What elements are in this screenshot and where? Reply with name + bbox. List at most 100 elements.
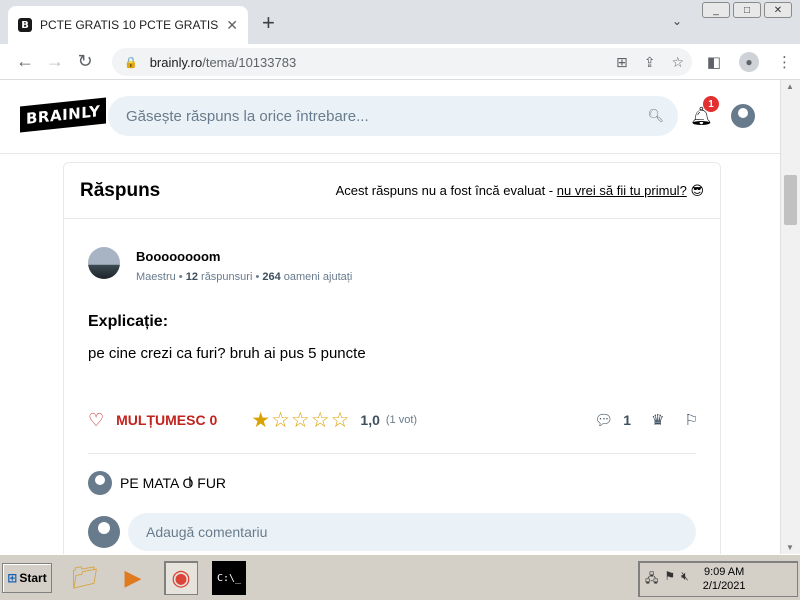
author-meta: Maestru • 12 răspunsuri • 264 oameni aju… bbox=[136, 271, 353, 283]
media-player-icon[interactable]: ▶ bbox=[116, 561, 150, 595]
network-icon[interactable]: 🖧︎ bbox=[645, 569, 658, 590]
profile-avatar-icon[interactable]: ● bbox=[739, 52, 759, 72]
comment-item: PE MATA O FUR I bbox=[88, 471, 226, 495]
flag-icon[interactable]: ⚐ bbox=[685, 411, 698, 429]
bookmark-star-icon[interactable]: ☆ bbox=[671, 54, 684, 71]
menu-kebab-icon[interactable]: ⋮ bbox=[777, 53, 792, 71]
page-scrollbar[interactable]: ▲ ▼ bbox=[780, 80, 800, 554]
page-content: BRAINLY Găsește răspuns la orice întreba… bbox=[0, 80, 780, 554]
start-label: Start bbox=[19, 571, 47, 585]
side-panel-icon[interactable]: ◧ bbox=[707, 53, 721, 71]
answer-text: pe cine crezi ca furi? bruh ai pus 5 pun… bbox=[88, 345, 366, 362]
heart-icon: ♡ bbox=[88, 409, 105, 430]
quick-launch: 📁︎ ▶ ◉ C:\_ bbox=[68, 561, 246, 595]
divider bbox=[88, 453, 696, 454]
comment-bubble-icon[interactable]: 💬︎ bbox=[594, 411, 613, 429]
search-placeholder: Găsește răspuns la orice întrebare... bbox=[126, 107, 369, 125]
taskbar: ⊞ Start 📁︎ ▶ ◉ C:\_ 🖧︎ ⚑ 🔇︎ 9:09 AM 2/1/… bbox=[0, 554, 800, 600]
add-comment-input[interactable]: Adaugă comentariu bbox=[128, 513, 696, 551]
comment-count: 1 bbox=[623, 412, 632, 428]
brainly-favicon-icon: B bbox=[18, 18, 32, 32]
rating-note-text: Acest răspuns nu a fost încă evaluat - bbox=[335, 182, 557, 198]
system-tray: 🖧︎ ⚑ 🔇︎ 9:09 AM 2/1/2021 bbox=[638, 561, 798, 597]
search-input[interactable]: Găsește răspuns la orice întrebare... 🔍︎ bbox=[108, 96, 678, 136]
tab-search-chevron-icon[interactable]: ⌄ bbox=[672, 14, 682, 28]
crown-icon[interactable]: ♛ bbox=[651, 411, 664, 429]
comment-avatar[interactable] bbox=[88, 471, 112, 495]
thanks-label: MULȚUMESC 0 bbox=[116, 412, 218, 428]
minimize-button[interactable]: _ bbox=[702, 2, 730, 18]
tab-strip: B PCTE GRATIS 10 PCTE GRATIS - B ✕ + ⌄ _… bbox=[0, 0, 800, 44]
forward-arrow-icon[interactable]: → bbox=[40, 51, 70, 72]
address-bar[interactable]: 🔒 brainly.ro/tema/10133783 ⊞ ⇪ ☆ bbox=[112, 48, 692, 76]
new-tab-button[interactable]: + bbox=[262, 12, 275, 34]
windows-logo-icon: ⊞ bbox=[7, 571, 18, 585]
tray-icons: 🖧︎ ⚑ 🔇︎ bbox=[645, 569, 689, 590]
star-filled-icon[interactable]: ★ bbox=[251, 408, 271, 433]
author-helped-count: 264 bbox=[262, 271, 281, 283]
browser-toolbar: ← → ↻ 🔒 brainly.ro/tema/10133783 ⊞ ⇪ ☆ ◧… bbox=[0, 44, 800, 80]
scroll-up-arrow-icon[interactable]: ▲ bbox=[786, 82, 794, 91]
star-empty-icon[interactable]: ☆ bbox=[331, 408, 351, 433]
search-icon[interactable]: 🔍︎ bbox=[647, 108, 664, 124]
site-header: BRAINLY Găsește răspuns la orice întreba… bbox=[0, 80, 780, 154]
add-comment-placeholder: Adaugă comentariu bbox=[146, 524, 268, 540]
rating-stars: ★ ☆ ☆ ☆ ☆ bbox=[251, 408, 350, 433]
back-arrow-icon[interactable]: ← bbox=[10, 51, 40, 72]
text-cursor-icon: I bbox=[188, 473, 192, 489]
explanation-label: Explicație: bbox=[88, 313, 169, 330]
add-comment-row: Adaugă comentariu bbox=[88, 513, 696, 551]
star-empty-icon[interactable]: ☆ bbox=[271, 408, 291, 433]
reload-icon[interactable]: ↻ bbox=[70, 51, 100, 72]
comment-text: PE MATA O FUR bbox=[120, 475, 227, 491]
scroll-down-arrow-icon[interactable]: ▼ bbox=[786, 543, 794, 552]
answer-side-actions: 💬︎ 1 ♛ ⚐ bbox=[594, 405, 698, 435]
current-user-avatar bbox=[88, 516, 120, 548]
lock-icon: 🔒 bbox=[124, 56, 138, 69]
rating-value: 1,0 bbox=[360, 412, 380, 428]
user-avatar[interactable] bbox=[731, 104, 755, 128]
author-helped-label: oameni ajutați bbox=[283, 271, 353, 283]
answer-card: Răspuns Acest răspuns nu a fost încă eva… bbox=[63, 162, 721, 554]
tab-title: PCTE GRATIS 10 PCTE GRATIS - B bbox=[40, 18, 221, 32]
scrollbar-thumb[interactable] bbox=[784, 175, 797, 225]
answer-author: Boooooooom Maestru • 12 răspunsuri • 264… bbox=[88, 247, 352, 283]
clock-date: 2/1/2021 bbox=[702, 580, 746, 592]
author-avatar[interactable] bbox=[88, 247, 120, 279]
omnibox-icons: ⊞ ⇪ ☆ bbox=[616, 48, 684, 76]
answer-title: Răspuns bbox=[80, 179, 161, 201]
tab-close-icon[interactable]: ✕ bbox=[226, 17, 238, 34]
maximize-button[interactable]: □ bbox=[733, 2, 761, 18]
translate-icon[interactable]: ⊞ bbox=[616, 54, 628, 71]
rating-note: Acest răspuns nu a fost încă evaluat - n… bbox=[336, 183, 704, 199]
rate-first-link[interactable]: nu vrei să fii tu primul? bbox=[557, 183, 687, 198]
author-answers-count: 12 bbox=[185, 271, 198, 283]
chrome-taskbar-icon[interactable]: ◉ bbox=[164, 561, 198, 595]
volume-muted-icon[interactable]: 🔇︎ bbox=[681, 569, 689, 590]
clock-time: 9:09 AM bbox=[703, 566, 745, 578]
author-answers-label: răspunsuri bbox=[201, 271, 253, 283]
answer-card-header: Răspuns Acest răspuns nu a fost încă eva… bbox=[64, 163, 720, 219]
answer-actions: ♡ MULȚUMESC 0 ★ ☆ ☆ ☆ ☆ 1,0 (1 vot) 💬︎ 1… bbox=[88, 405, 698, 435]
command-prompt-icon[interactable]: C:\_ bbox=[212, 561, 246, 595]
file-explorer-icon[interactable]: 📁︎ bbox=[68, 561, 102, 595]
author-rank: Maestru bbox=[136, 271, 176, 283]
share-icon[interactable]: ⇪ bbox=[644, 54, 656, 71]
window-controls: _ □ ✕ bbox=[702, 2, 792, 18]
author-name[interactable]: Boooooooom bbox=[136, 249, 352, 264]
flag-tray-icon[interactable]: ⚑ bbox=[664, 569, 675, 590]
close-window-button[interactable]: ✕ bbox=[764, 2, 792, 18]
start-button[interactable]: ⊞ Start bbox=[2, 563, 52, 593]
toolbar-right: ◧ ● ⋮ bbox=[707, 52, 792, 72]
star-empty-icon[interactable]: ☆ bbox=[291, 408, 311, 433]
rating-votes: (1 vot) bbox=[385, 414, 418, 426]
brainly-logo[interactable]: BRAINLY bbox=[20, 97, 107, 133]
thanks-button[interactable]: ♡ MULȚUMESC 0 bbox=[88, 410, 217, 431]
star-empty-icon[interactable]: ☆ bbox=[311, 408, 331, 433]
sunglasses-emoji-icon: 😎 bbox=[690, 182, 704, 198]
screen: B PCTE GRATIS 10 PCTE GRATIS - B ✕ + ⌄ _… bbox=[0, 0, 800, 600]
browser-tab[interactable]: B PCTE GRATIS 10 PCTE GRATIS - B ✕ bbox=[8, 6, 248, 44]
clock[interactable]: 9:09 AM 2/1/2021 bbox=[703, 565, 746, 593]
notification-badge: 1 bbox=[703, 96, 719, 112]
url-path: /tema/10133783 bbox=[202, 54, 297, 70]
